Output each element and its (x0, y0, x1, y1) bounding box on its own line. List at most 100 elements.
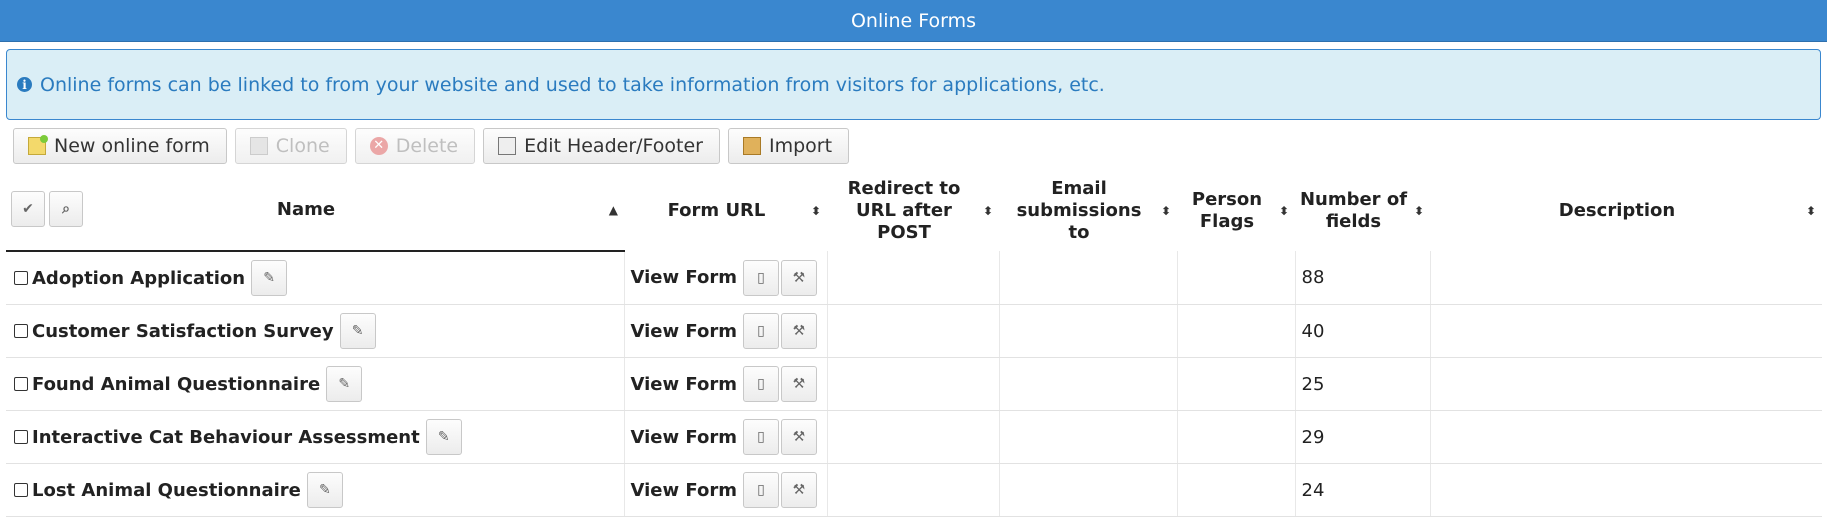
column-header-fields[interactable]: Number of fields ⬍ (1295, 170, 1430, 251)
email-cell (999, 463, 1178, 517)
sort-icon: ⬍ (1413, 203, 1424, 218)
copy-url-button[interactable]: ▯ (742, 259, 779, 296)
sort-icon: ⬍ (810, 203, 821, 218)
pencil-icon: ✎ (263, 270, 275, 286)
row-checkbox[interactable] (14, 271, 28, 285)
view-form-link[interactable]: View Form (631, 374, 737, 395)
email-cell (999, 357, 1178, 411)
filter-button[interactable]: ⌕ (49, 191, 83, 227)
edit-form-button[interactable]: ✎ (339, 313, 376, 349)
column-header-flags[interactable]: Person Flags ⬍ (1177, 170, 1295, 251)
edit-form-button[interactable]: ✎ (306, 472, 343, 508)
row-checkbox[interactable] (14, 324, 28, 338)
form-name: Found Animal Questionnaire (32, 373, 321, 395)
column-header-redirect[interactable]: Redirect to URL after POST ⬍ (827, 170, 999, 251)
clipboard-icon: ▯ (757, 429, 765, 445)
edit-header-footer-label: Edit Header/Footer (524, 135, 703, 157)
view-form-link[interactable]: View Form (631, 321, 737, 342)
column-redirect-label: Redirect to URL after POST (847, 177, 961, 243)
column-header-url[interactable]: Form URL ⬍ (624, 170, 827, 251)
redirect-cell (827, 304, 1000, 358)
new-online-form-label: New online form (54, 135, 210, 157)
form-settings-button[interactable]: ⚒ (780, 259, 817, 296)
edit-form-button[interactable]: ✎ (326, 366, 363, 402)
form-settings-button[interactable]: ⚒ (780, 313, 817, 349)
clone-label: Clone (275, 135, 330, 157)
search-icon: ⌕ (62, 201, 70, 217)
redirect-cell (827, 463, 1000, 517)
table-row: Lost Animal Questionnaire ✎ View Form ▯ ⚒ 2… (6, 463, 1822, 517)
email-cell (999, 304, 1178, 358)
flags-cell (1177, 410, 1296, 464)
info-icon: i (17, 77, 32, 92)
form-settings-button[interactable]: ⚒ (780, 472, 817, 508)
clipboard-icon: ▯ (757, 269, 765, 286)
page-title: Online Forms (850, 9, 977, 32)
column-header-description[interactable]: Description ⬍ (1430, 170, 1822, 251)
redirect-cell (827, 251, 1000, 305)
fields-count: 40 (1295, 304, 1431, 358)
toolbar: New online form Clone ✕ Delete Edit Head… (13, 128, 1827, 164)
table-row: Found Animal Questionnaire ✎ View Form ▯ ⚒ … (6, 357, 1822, 411)
column-email-label: Email submissions to (1016, 177, 1142, 243)
pencil-icon: ✎ (319, 482, 331, 498)
email-cell (999, 410, 1178, 464)
view-form-link[interactable]: View Form (631, 267, 737, 288)
form-name: Customer Satisfaction Survey (32, 320, 334, 342)
delete-icon: ✕ (369, 137, 388, 155)
new-document-icon (28, 135, 48, 155)
copy-url-button[interactable]: ▯ (742, 313, 779, 349)
forms-table: ✔ ⌕ Name ▲ Form URL ⬍ Redirect to URL af… (6, 170, 1822, 517)
clipboard-icon: ▯ (757, 376, 765, 392)
copy-url-button[interactable]: ▯ (742, 419, 779, 455)
column-description-label: Description (1558, 199, 1676, 221)
sort-ascending-icon: ▲ (608, 203, 618, 217)
flags-cell (1177, 463, 1296, 517)
wrench-icon: ⚒ (792, 482, 806, 498)
wrench-icon: ⚒ (792, 323, 806, 339)
table-row: Interactive Cat Behaviour Assessment ✎ Vi… (6, 410, 1822, 464)
view-form-link[interactable]: View Form (631, 427, 737, 448)
delete-label: Delete (395, 135, 459, 157)
pencil-icon: ✎ (351, 323, 364, 339)
wrench-icon: ⚒ (792, 429, 806, 445)
pencil-icon: ✎ (437, 429, 450, 445)
row-checkbox[interactable] (14, 430, 28, 444)
clone-button[interactable]: Clone (234, 128, 347, 164)
email-cell (999, 251, 1178, 305)
table-row: Adoption Application ✎ View Form ▯ ⚒ 88 (6, 251, 1822, 305)
import-label: Import (769, 135, 833, 157)
row-checkbox[interactable] (14, 483, 28, 497)
fields-count: 24 (1295, 463, 1431, 517)
new-online-form-button[interactable]: New online form (13, 128, 227, 164)
copy-url-button[interactable]: ▯ (742, 366, 779, 402)
edit-form-button[interactable]: ✎ (251, 260, 288, 296)
wrench-icon: ⚒ (792, 269, 806, 286)
sort-icon: ⬍ (982, 203, 993, 218)
column-url-label: Form URL (667, 199, 766, 221)
clone-icon (249, 137, 268, 155)
column-header-name[interactable]: ✔ ⌕ Name ▲ (6, 170, 624, 252)
info-text: Online forms can be linked to from your … (40, 73, 1105, 96)
pencil-icon: ✎ (338, 376, 351, 392)
table-row: Customer Satisfaction Survey ✎ View Form ▯… (6, 304, 1822, 358)
sort-icon: ⬍ (1160, 203, 1171, 218)
row-checkbox[interactable] (14, 377, 28, 391)
redirect-cell (827, 410, 1000, 464)
edit-header-footer-button[interactable]: Edit Header/Footer (483, 128, 720, 164)
sort-icon: ⬍ (1278, 203, 1289, 218)
fields-count: 25 (1295, 357, 1431, 411)
page-title-bar: Online Forms (0, 0, 1827, 42)
copy-url-button[interactable]: ▯ (742, 472, 779, 508)
form-settings-button[interactable]: ⚒ (780, 366, 817, 402)
view-form-link[interactable]: View Form (631, 480, 737, 501)
select-all-button[interactable]: ✔ (11, 191, 45, 227)
form-name: Lost Animal Questionnaire (32, 479, 301, 501)
form-settings-button[interactable]: ⚒ (780, 419, 817, 455)
wrench-icon: ⚒ (792, 376, 806, 392)
edit-form-button[interactable]: ✎ (425, 419, 462, 455)
column-header-email[interactable]: Email submissions to ⬍ (999, 170, 1177, 251)
form-name: Adoption Application (32, 267, 246, 289)
delete-button[interactable]: ✕ Delete (354, 128, 476, 164)
import-button[interactable]: Import (728, 128, 850, 164)
